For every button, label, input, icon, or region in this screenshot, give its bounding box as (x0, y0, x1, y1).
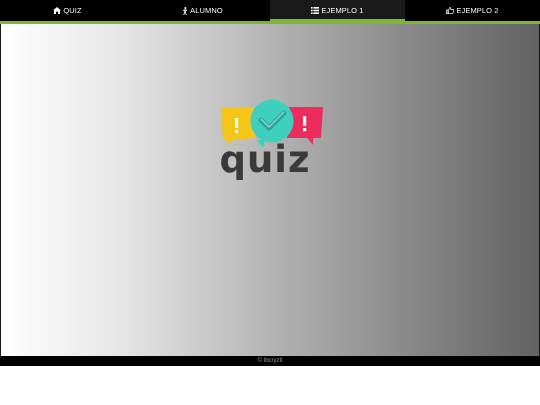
quiz-logo: quiz (219, 98, 325, 186)
nav-label-ejemplo-1: EJEMPLO 1 (321, 6, 364, 15)
thumbs-up-icon (446, 7, 455, 14)
main-content-area: quiz (0, 24, 540, 356)
walking-person-icon (182, 6, 188, 15)
footer-bar: © Ibcryztl (0, 356, 540, 366)
list-icon (311, 7, 320, 14)
nav-item-alumno[interactable]: ALUMNO (135, 0, 270, 21)
logo-wordmark: quiz (219, 138, 311, 181)
nav-label-quiz: QUIZ (63, 6, 82, 15)
nav-item-quiz[interactable]: QUIZ (0, 0, 135, 21)
footer-copyright: © Ibcryztl (257, 358, 283, 364)
nav-label-ejemplo-2: EJEMPLO 2 (456, 6, 499, 15)
nav-item-ejemplo-2[interactable]: EJEMPLO 2 (405, 0, 540, 21)
top-navbar: QUIZ ALUMNO EJEMPLO 1 EJEMPLO 2 (0, 0, 540, 21)
nav-label-alumno: ALUMNO (190, 6, 223, 15)
nav-item-ejemplo-1[interactable]: EJEMPLO 1 (270, 0, 405, 21)
home-icon (53, 7, 62, 14)
